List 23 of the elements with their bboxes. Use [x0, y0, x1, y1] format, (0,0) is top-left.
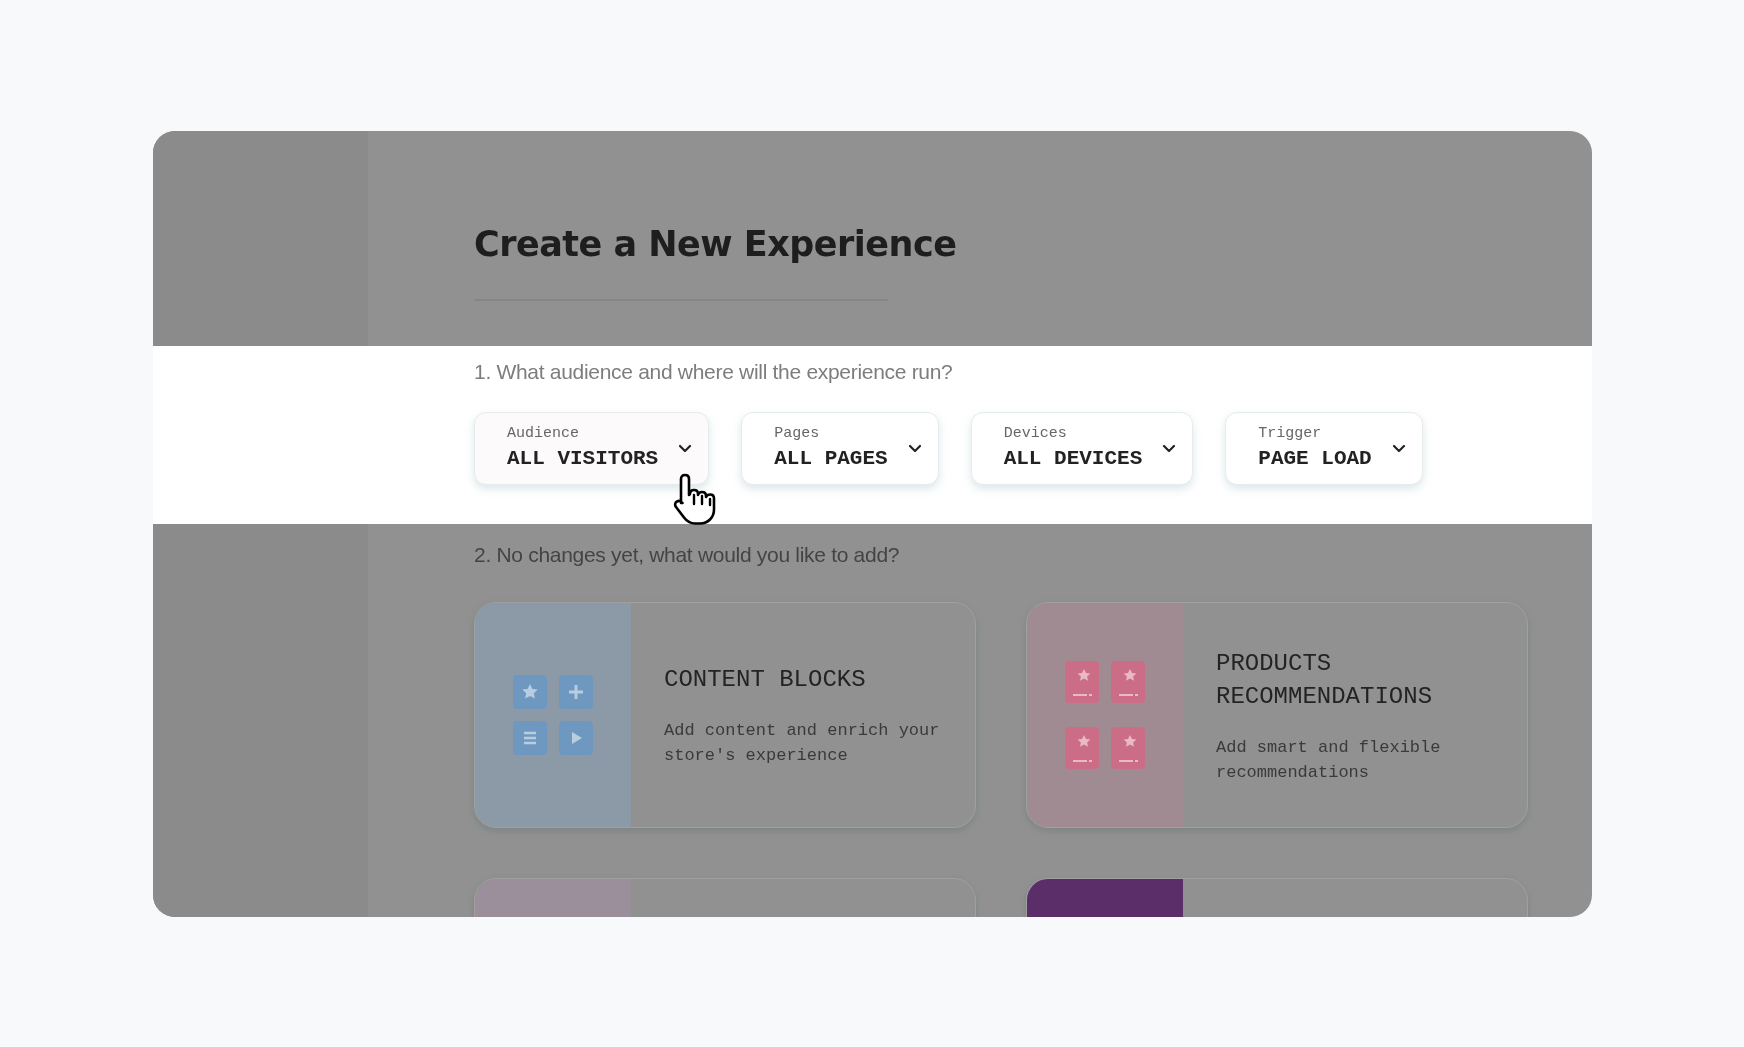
list-icon	[513, 721, 547, 755]
card-description: Add content and enrich your store's experience	[664, 720, 941, 767]
play-icon	[559, 721, 593, 755]
step-question: 1. What audience and where will the experience run?	[474, 359, 954, 385]
product-tile-icon	[1065, 727, 1099, 769]
plus-icon	[559, 675, 593, 709]
dropdown[interactable]: Devices ALL DEVICES	[970, 412, 1194, 485]
chevron-down-icon	[1391, 444, 1406, 453]
step-question: 2. No changes yet, what would you like to add?	[474, 542, 901, 568]
chevron-down-icon	[907, 444, 922, 453]
dropdown[interactable]: Trigger PAGE LOAD	[1225, 412, 1423, 485]
option-card[interactable]: CONTENT BLOCKS Add content and enrich your store's experience	[474, 602, 976, 828]
product-tile-icon	[1065, 661, 1099, 703]
option-card[interactable]: PRODUCTS RECOMMENDATIONS Add smart and flexible recommendations	[1026, 602, 1528, 828]
card-description: Add smart and flexible recommendations	[1216, 737, 1442, 784]
card-title: PRODUCTS RECOMMENDATIONS	[1216, 649, 1434, 712]
product-tile-icon	[1111, 661, 1145, 703]
chevron-down-icon	[1162, 444, 1177, 453]
product-tile-icon	[1111, 727, 1145, 769]
card-title: CONTENT BLOCKS	[664, 665, 867, 695]
page-title: Create a New Experience	[474, 223, 958, 266]
dropdown[interactable]: Pages ALL PAGES	[741, 412, 939, 485]
chevron-down-icon	[678, 444, 693, 453]
